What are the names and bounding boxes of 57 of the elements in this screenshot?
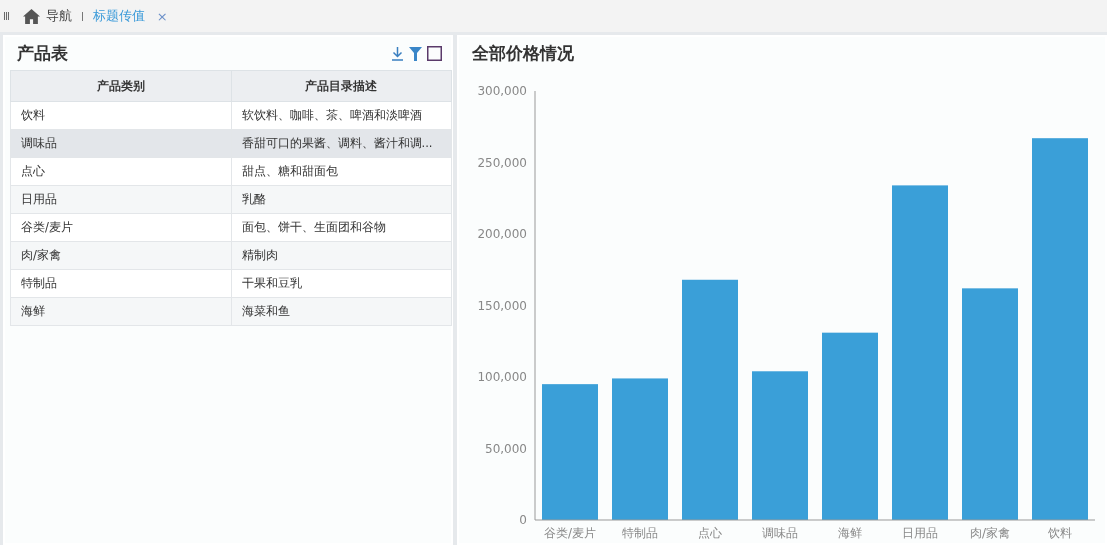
axis-category-label: 肉/家禽 (970, 526, 1010, 540)
table-cell: 肉/家禽 (10, 241, 231, 270)
table-row[interactable]: 肉/家禽 精制肉 (10, 241, 452, 270)
bar[interactable] (752, 371, 808, 520)
table-row[interactable]: 特制品 干果和豆乳 (10, 269, 452, 298)
table-row[interactable]: 谷类/麦片 面包、饼干、生面团和谷物 (10, 213, 452, 242)
menu-button[interactable]: III (3, 10, 9, 22)
panel-title: 全部价格情况 (471, 42, 575, 65)
filter-icon[interactable] (409, 46, 422, 61)
table-cell: 干果和豆乳 (231, 269, 452, 298)
axis-category-label: 海鲜 (838, 526, 862, 540)
maximize-icon[interactable] (427, 46, 442, 61)
bar[interactable] (892, 185, 948, 520)
column-header[interactable]: 产品目录描述 (231, 70, 452, 102)
table-cell: 乳酪 (231, 185, 452, 214)
axis-tick-label: 150,000 (477, 298, 527, 313)
axis-tick-label: 300,000 (477, 84, 527, 98)
table-cell: 谷类/麦片 (10, 213, 231, 242)
axis-category-label: 调味品 (762, 526, 798, 540)
axis-category-label: 谷类/麦片 (544, 526, 596, 540)
table-cell: 日用品 (10, 185, 231, 214)
table-row[interactable]: 海鲜 海菜和鱼 (10, 297, 452, 326)
table-row[interactable]: 调味品 香甜可口的果酱、调料、酱汁和调... (10, 129, 452, 158)
table-row[interactable]: 日用品 乳酪 (10, 185, 452, 214)
table-cell: 软饮料、咖啡、茶、啤酒和淡啤酒 (231, 101, 452, 130)
bar[interactable] (1032, 138, 1088, 520)
bar[interactable] (682, 279, 738, 520)
table-cell: 调味品 (10, 129, 231, 158)
table-row[interactable]: 饮料 软饮料、咖啡、茶、啤酒和淡啤酒 (10, 101, 452, 130)
axis-category-label: 饮料 (1048, 526, 1072, 540)
table-cell: 甜点、糖和甜面包 (231, 157, 452, 186)
table-cell: 饮料 (10, 101, 231, 130)
panel-title: 产品表 (16, 42, 68, 65)
table-cell: 精制肉 (231, 241, 452, 270)
bar[interactable] (822, 332, 878, 520)
home-tab[interactable]: 导航 (22, 7, 72, 25)
table-cell: 特制品 (10, 269, 231, 298)
axis-tick-label: 200,000 (477, 227, 527, 241)
table-cell: 海鲜 (10, 297, 231, 326)
table-cell: 海菜和鱼 (231, 297, 452, 326)
axis-tick-label: 0 (519, 513, 527, 527)
table-row[interactable]: 点心 甜点、糖和甜面包 (10, 157, 452, 186)
bar[interactable] (542, 384, 598, 520)
bar[interactable] (962, 288, 1018, 520)
table-cell: 点心 (10, 157, 231, 186)
axis-category-label: 点心 (698, 526, 722, 540)
axis-tick-label: 250,000 (477, 155, 527, 170)
column-header[interactable]: 产品类别 (10, 70, 231, 102)
table-cell: 面包、饼干、生面团和谷物 (231, 213, 452, 242)
axis-tick-label: 50,000 (485, 441, 527, 456)
axis-category-label: 特制品 (622, 526, 658, 540)
home-icon (22, 8, 40, 24)
axis-tick-label: 100,000 (477, 370, 527, 384)
table-cell: 香甜可口的果酱、调料、酱汁和调... (231, 129, 452, 158)
download-icon[interactable] (391, 46, 404, 61)
axis-category-label: 日用品 (902, 526, 938, 540)
bar[interactable] (612, 378, 668, 520)
